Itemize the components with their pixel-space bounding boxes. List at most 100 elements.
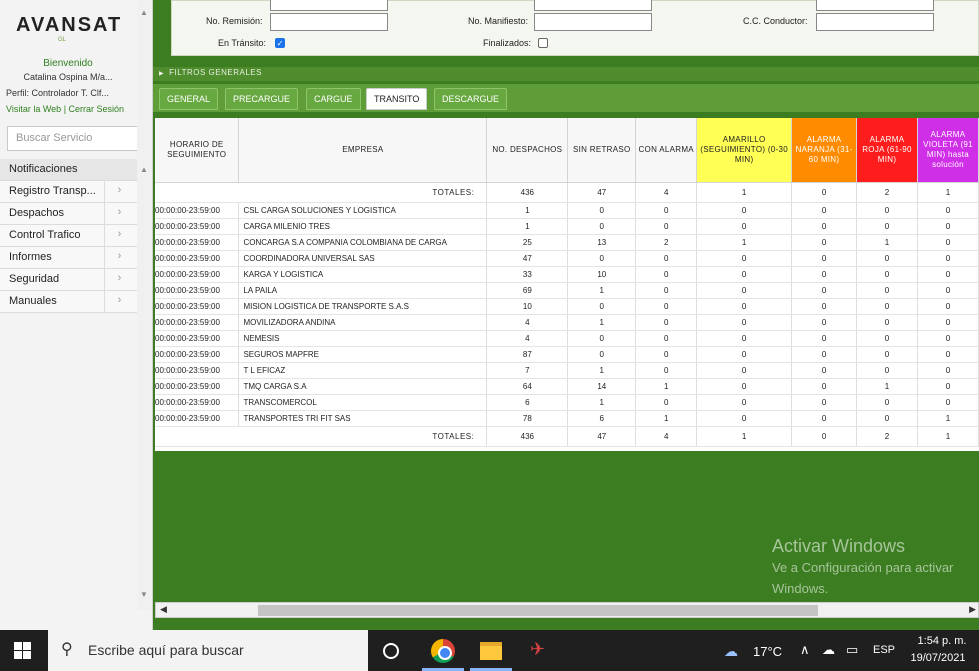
table-row[interactable]: 00:00:00-23:59:00 NEMESIS 4 0 0 0 0 0 0 [155,330,979,347]
link-separator: | [61,104,69,114]
header-naranja[interactable]: ALARMA NARANJA (31-60 MIN) [791,118,858,183]
chevron-up-icon[interactable]: ∧ [800,642,810,658]
weather-icon[interactable]: ☁ [724,643,738,660]
table-row[interactable]: 00:00:00-23:59:00 CSL CARGA SOLUCIONES Y … [155,202,979,219]
language-indicator[interactable]: ESP [873,644,895,656]
cell-value: 6 [567,410,637,427]
chevron-right-icon[interactable]: › [104,291,134,312]
manifiesto-field-top[interactable] [534,0,652,11]
header-empresa[interactable]: EMPRESA [238,118,488,183]
sidebar-scrollbar[interactable]: ▲ ▲ ▼ [137,0,152,610]
remision-field[interactable] [270,13,388,31]
table-row[interactable]: 00:00:00-23:59:00 TMQ CARGA S.A 64 14 1 0 0 1 0 [155,378,979,395]
app-icon[interactable]: ✈ [530,639,554,663]
table-row[interactable]: 00:00:00-23:59:00 MOVILIZADORA ANDINA 4 1 0 0… [155,314,979,331]
sidebar-item-registro-transp[interactable]: Registro Transp... › [0,181,137,203]
tab-precargue[interactable]: PRECARGUE [225,88,299,110]
logout-link[interactable]: Cerrar Sesión [69,104,125,114]
cell-value: 1 [486,218,569,235]
cell-value: 47 [486,250,569,267]
cell-value: 0 [917,298,979,315]
network-icon[interactable]: ▭ [846,642,858,658]
cell-horario: 00:00:00-23:59:00 [155,266,240,283]
cell-value: 0 [791,234,858,251]
table-row[interactable]: 00:00:00-23:59:00 KARGA Y LOGISTICA 33 10 0 0… [155,266,979,283]
sidebar-item-label: Informes [9,251,52,263]
total-cell: 4 [635,426,698,447]
tab-cargue[interactable]: CARGUE [306,88,361,110]
chevron-right-icon[interactable]: › [104,247,134,268]
header-sin-retraso[interactable]: SIN RETRASO [567,118,637,183]
sidebar-item-manuales[interactable]: Manuales › [0,291,137,313]
cell-horario: 00:00:00-23:59:00 [155,234,240,251]
cell-value: 0 [917,330,979,347]
chevron-right-icon[interactable]: › [104,225,134,246]
cell-value: 0 [856,282,918,299]
cortana-icon[interactable] [383,643,399,659]
header-violeta[interactable]: ALARMA VIOLETA (91 MIN) hasta solución [917,118,979,183]
tab-descargue[interactable]: DESCARGUE [434,88,508,110]
scroll-thumb[interactable] [258,605,818,616]
header-horario[interactable]: HORARIO DE SEGUIMIENTO [155,118,240,183]
remision-label: No. Remisión: [206,16,263,26]
clock-time[interactable]: 1:54 p. m. [912,635,972,647]
remision-field-top[interactable] [270,0,388,11]
header-roja[interactable]: ALARMA ROJA (61-90 MIN) [856,118,918,183]
conductor-field[interactable] [816,13,934,31]
clock-date[interactable]: 19/07/2021 [907,652,969,664]
chevron-right-icon[interactable]: › [104,269,134,290]
chevron-right-icon[interactable]: › [104,203,134,224]
file-explorer-icon[interactable] [480,642,502,660]
cell-value: 0 [791,362,858,379]
sidebar-item-seguridad[interactable]: Seguridad › [0,269,137,291]
horizontal-scrollbar[interactable]: ◀ ▶ [155,602,979,618]
windows-start-icon[interactable] [14,642,31,659]
chevron-right-icon[interactable]: › [104,181,134,202]
sidebar-item-informes[interactable]: Informes › [0,247,137,269]
app-window: AVANSAT GL Bienvenido Catalina Ospina M/… [0,0,979,671]
finalizados-checkbox[interactable] [538,38,548,48]
table-row[interactable]: 00:00:00-23:59:00 COORDINADORA UNIVERSAL … [155,250,979,267]
header-con-alarma[interactable]: CON ALARMA [635,118,698,183]
taskbar-search-box[interactable]: ⚲ Escribe aquí para buscar [48,630,368,671]
table-row[interactable]: 00:00:00-23:59:00 MISION LOGISTICA DE TRA… [155,298,979,315]
cell-horario: 00:00:00-23:59:00 [155,250,240,267]
table-row[interactable]: 00:00:00-23:59:00 TRANSCOMERCOL 6 1 0 0 0 0 0 [155,394,979,411]
table-row[interactable]: 00:00:00-23:59:00 CARGA MILENIO TRES 1 0 0 0 0… [155,218,979,235]
table-row[interactable]: 00:00:00-23:59:00 T L EFICAZ 7 1 0 0 0 0 0 [155,362,979,379]
cell-value: 0 [635,266,698,283]
table-row[interactable]: 00:00:00-23:59:00 LA PAILA 69 1 0 0 0 0 0 [155,282,979,299]
filtros-generales-toggle[interactable]: ▶ FILTROS GENERALES [153,67,979,81]
totals-row-bottom: TOTALES: 436 47 4 1 0 2 1 [155,426,979,447]
scroll-up-icon[interactable]: ▲ [140,165,148,174]
avansat-logo[interactable]: AVANSAT [16,14,122,37]
table-row[interactable]: 00:00:00-23:59:00 TRANSPORTES TRI FIT SAS… [155,410,979,427]
tab-general[interactable]: GENERAL [159,88,219,110]
conductor-field-top[interactable] [816,0,934,11]
scroll-up-icon[interactable]: ▲ [140,8,148,17]
sidebar-item-despachos[interactable]: Despachos › [0,203,137,225]
onedrive-icon[interactable]: ☁ [822,642,835,658]
visit-web-link[interactable]: Visitar la Web [6,104,61,114]
scroll-down-icon[interactable]: ▼ [140,590,148,599]
header-despachos[interactable]: NO. DESPACHOS [486,118,569,183]
tab-transito[interactable]: TRANSITO [366,88,428,110]
tab-bar: GENERAL PRECARGUE CARGUE TRANSITO DESCAR… [153,84,979,112]
cell-value: 0 [791,218,858,235]
cell-value: 0 [696,314,793,331]
cell-value: 0 [856,330,918,347]
manifiesto-field[interactable] [534,13,652,31]
temperature[interactable]: 17°C [753,644,782,659]
cell-value: 1 [567,282,637,299]
header-amarillo[interactable]: AMARILLO (SEGUIMIENTO) (0-30 MIN) [696,118,793,183]
chrome-icon[interactable] [431,639,455,663]
windows-taskbar: ⚲ Escribe aquí para buscar ✈ ☁ 17°C ∧ ☁ … [0,630,979,671]
table-row[interactable]: 00:00:00-23:59:00 CONCARGA S.A COMPANIA C… [155,234,979,251]
table-row[interactable]: 00:00:00-23:59:00 SEGUROS MAPFRE 87 0 0 0 0 0 0 [155,346,979,363]
en-transito-checkbox[interactable]: ✓ [275,38,285,48]
scroll-left-icon[interactable]: ◀ [160,604,167,615]
scroll-right-icon[interactable]: ▶ [969,604,976,615]
sidebar-item-notificaciones[interactable]: Notificaciones [0,159,137,181]
sidebar-item-control-trafico[interactable]: Control Trafico › [0,225,137,247]
service-search-input[interactable]: Buscar Servicio [7,126,145,151]
